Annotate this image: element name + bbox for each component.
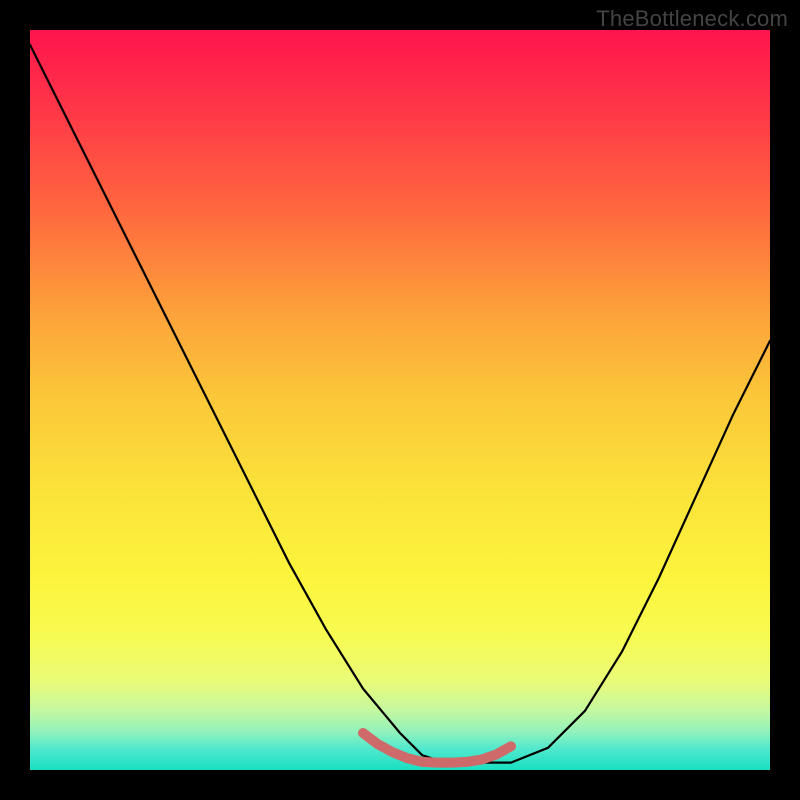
watermark-text: TheBottleneck.com — [596, 6, 788, 32]
optimal-range-marker — [363, 733, 511, 763]
curve-layer — [30, 30, 770, 770]
plot-area — [30, 30, 770, 770]
chart-frame: TheBottleneck.com — [0, 0, 800, 800]
bottleneck-curve — [30, 45, 770, 763]
